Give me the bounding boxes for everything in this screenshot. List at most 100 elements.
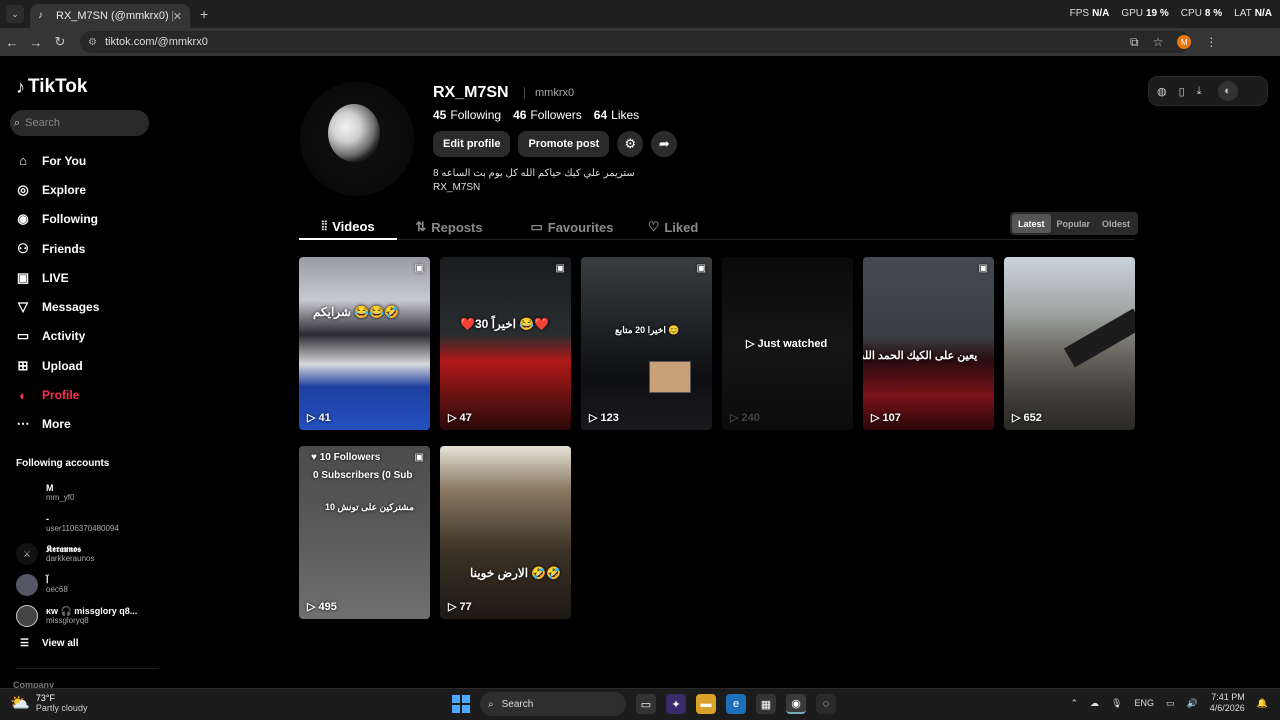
promote-post-button[interactable]: Promote post	[518, 131, 610, 157]
sidebar-item-upload[interactable]: ⊞ Upload	[14, 351, 160, 380]
tab-videos[interactable]: ⦙⦙ Videos	[299, 214, 397, 240]
tab-search-button[interactable]: ⌄	[6, 5, 24, 23]
sidebar-item-label: Upload	[42, 358, 83, 373]
view-all-label: View all	[41, 638, 79, 649]
video-card[interactable]: ▣ اخيرا 20 متابع 😊 ▷ 123	[581, 257, 712, 430]
friends-icon: ⚇	[17, 240, 29, 256]
store-icon[interactable]: ▦	[756, 694, 776, 714]
tab-liked[interactable]: ♡ Liked	[633, 214, 713, 240]
close-tab-icon[interactable]: ✕	[173, 10, 182, 23]
following-account[interactable]: آ oec68	[16, 570, 160, 601]
video-card[interactable]: الارض خوينا 🤣🤣 ▷ 77	[440, 446, 571, 619]
sort-popular[interactable]: Popular	[1051, 214, 1097, 233]
back-icon[interactable]: ←	[0, 35, 24, 50]
tab-label: Videos	[332, 218, 375, 234]
download-icon[interactable]: ⤓	[1197, 85, 1202, 98]
video-caption: ♥ 10 Followers	[311, 452, 381, 463]
chrome-icon[interactable]: ◉	[786, 694, 806, 714]
device-icon[interactable]: ▯	[1179, 85, 1185, 98]
followers-stat[interactable]: 46 Followers	[513, 108, 582, 122]
edit-profile-button[interactable]: Edit profile	[433, 131, 511, 157]
sidebar-item-activity[interactable]: ▭ Activity	[14, 322, 160, 351]
search-input[interactable]: ⌕ Search	[10, 110, 149, 136]
windows-start-icon[interactable]	[452, 695, 470, 713]
microphone-icon[interactable]: 🎙	[1111, 698, 1122, 709]
search-placeholder: Search	[25, 117, 61, 129]
video-card[interactable]: ▣ ❤️30 اخيراً 😂❤️ ▷ 47	[440, 257, 571, 430]
account-handle: user1106370480094	[46, 523, 119, 533]
browser-profile-avatar[interactable]: M	[1177, 35, 1192, 49]
logo-text: TikTok	[28, 76, 88, 97]
tiktok-logo[interactable]: ♪ TikTok	[16, 76, 87, 98]
video-card-just-watched[interactable]: ▷ Just watched ▷ 240	[722, 257, 853, 430]
clock[interactable]: 7:41 PM 4/6/2026	[1210, 692, 1245, 714]
new-tab-button[interactable]: +	[200, 6, 208, 22]
volume-icon[interactable]: 🔊	[1187, 698, 1198, 709]
sidebar-item-more[interactable]: ⋯ More	[14, 410, 160, 439]
live-icon: ▣	[16, 269, 30, 285]
copilot-icon[interactable]: ✦	[666, 694, 686, 714]
tab-favourites[interactable]: ▭ Favourites	[517, 214, 627, 240]
dark-mode-icon[interactable]: ◐	[1217, 81, 1238, 101]
bookmark-icon: ▭	[530, 219, 543, 234]
install-app-icon[interactable]: ⧉	[1130, 35, 1139, 50]
following-account[interactable]: ⚔ 𝕶𝖊𝖗𝖆𝖚𝖓𝖔𝖘 darkkeraunos	[16, 539, 160, 570]
account-name: آ	[46, 575, 49, 586]
edge-icon[interactable]: e	[726, 694, 746, 714]
sort-oldest[interactable]: Oldest	[1096, 214, 1136, 233]
sidebar-item-friends[interactable]: ⚇ Friends	[14, 234, 160, 263]
video-card[interactable]: ▣ شرايكم 😂😂🤣 ▷ 41	[299, 257, 430, 430]
profile-icon: ◐	[19, 387, 27, 403]
weather-widget[interactable]: ⛅ 73°F Partly cloudy	[10, 693, 87, 713]
language-indicator[interactable]: ENG	[1134, 698, 1154, 708]
following-account[interactable]: Mmm_yf0	[16, 478, 160, 509]
video-card[interactable]: ▷ 652	[1004, 257, 1135, 430]
profile-avatar[interactable]	[300, 82, 414, 196]
view-count: ▷ 77	[448, 600, 472, 614]
taskbar-search[interactable]: ⌕ Search	[480, 692, 626, 716]
reload-icon[interactable]: ↻	[48, 34, 72, 50]
tab-reposts[interactable]: ⇅ Reposts	[409, 214, 489, 240]
account-name: -	[46, 513, 49, 524]
display-icon[interactable]: ▭	[1166, 698, 1175, 709]
multi-image-icon: ▣	[978, 263, 988, 274]
video-caption: شرايكم 😂😂🤣	[313, 305, 400, 319]
following-account[interactable]: - user1106370480094	[16, 509, 160, 540]
browser-tab[interactable]: ♪ RX_M7SN (@mmkrx0) | TikTok ✕	[30, 4, 190, 28]
view-count: ▷ 652	[1012, 411, 1042, 425]
sidebar-item-messages[interactable]: ▽ Messages	[14, 292, 160, 321]
app-icon[interactable]: ◌	[816, 694, 836, 714]
sidebar-item-profile[interactable]: ◐ Profile	[14, 380, 160, 409]
view-all-button[interactable]: ☰ View all	[20, 638, 78, 649]
bookmark-star-icon[interactable]: ☆	[1153, 35, 1164, 49]
video-card[interactable]: ▣ ♥ 10 Followers 0 Subscribers (0 Sub 10…	[299, 446, 430, 619]
browser-tab-bar: ⌄ ♪ RX_M7SN (@mmkrx0) | TikTok ✕ + FPSN/…	[0, 0, 1280, 28]
repost-icon: ⇅	[415, 219, 427, 234]
share-arrow-icon[interactable]: ➦	[651, 131, 678, 157]
following-avatar-icon: ◉	[17, 211, 29, 227]
sidebar-item-for-you[interactable]: ⌂ For You	[14, 146, 160, 175]
settings-gear-icon[interactable]: ⚙	[617, 131, 644, 157]
following-stat[interactable]: 45 Following	[433, 108, 501, 122]
following-account[interactable]: ᴋᴡ 🎧 missglory q8... missgloryq8	[16, 600, 160, 631]
onedrive-icon[interactable]: ☁	[1090, 698, 1099, 709]
browser-menu-icon[interactable]: ⋮	[1205, 35, 1217, 49]
coins-icon[interactable]: ◍	[1157, 85, 1167, 98]
view-count: ▷ 47	[448, 411, 472, 425]
tiktok-favicon-icon: ♪	[38, 10, 43, 21]
sidebar-item-explore[interactable]: ◎ Explore	[14, 175, 160, 204]
file-explorer-icon[interactable]: ▬	[696, 694, 716, 714]
tab-label: Liked	[664, 219, 699, 235]
account-handle: mm_yf0	[46, 493, 75, 503]
forward-icon[interactable]: →	[24, 35, 48, 50]
sort-latest[interactable]: Latest	[1012, 214, 1051, 233]
url-input[interactable]: ⚙ tiktok.com/@mmkrx0	[80, 31, 1190, 53]
chevron-up-icon[interactable]: ⌃	[1071, 698, 1079, 709]
taskbar-search-label: Search	[501, 698, 534, 710]
notification-bell-icon[interactable]: 🔔	[1257, 698, 1268, 709]
sidebar-item-live[interactable]: ▣ LIVE	[14, 263, 160, 292]
task-view-icon[interactable]: ▭	[636, 694, 656, 714]
video-card[interactable]: ▣ يعين على الكيك الحمد الله ▷ 107	[863, 257, 994, 430]
sidebar-item-following[interactable]: ◉ Following	[14, 205, 160, 234]
site-info-icon[interactable]: ⚙	[88, 37, 97, 48]
